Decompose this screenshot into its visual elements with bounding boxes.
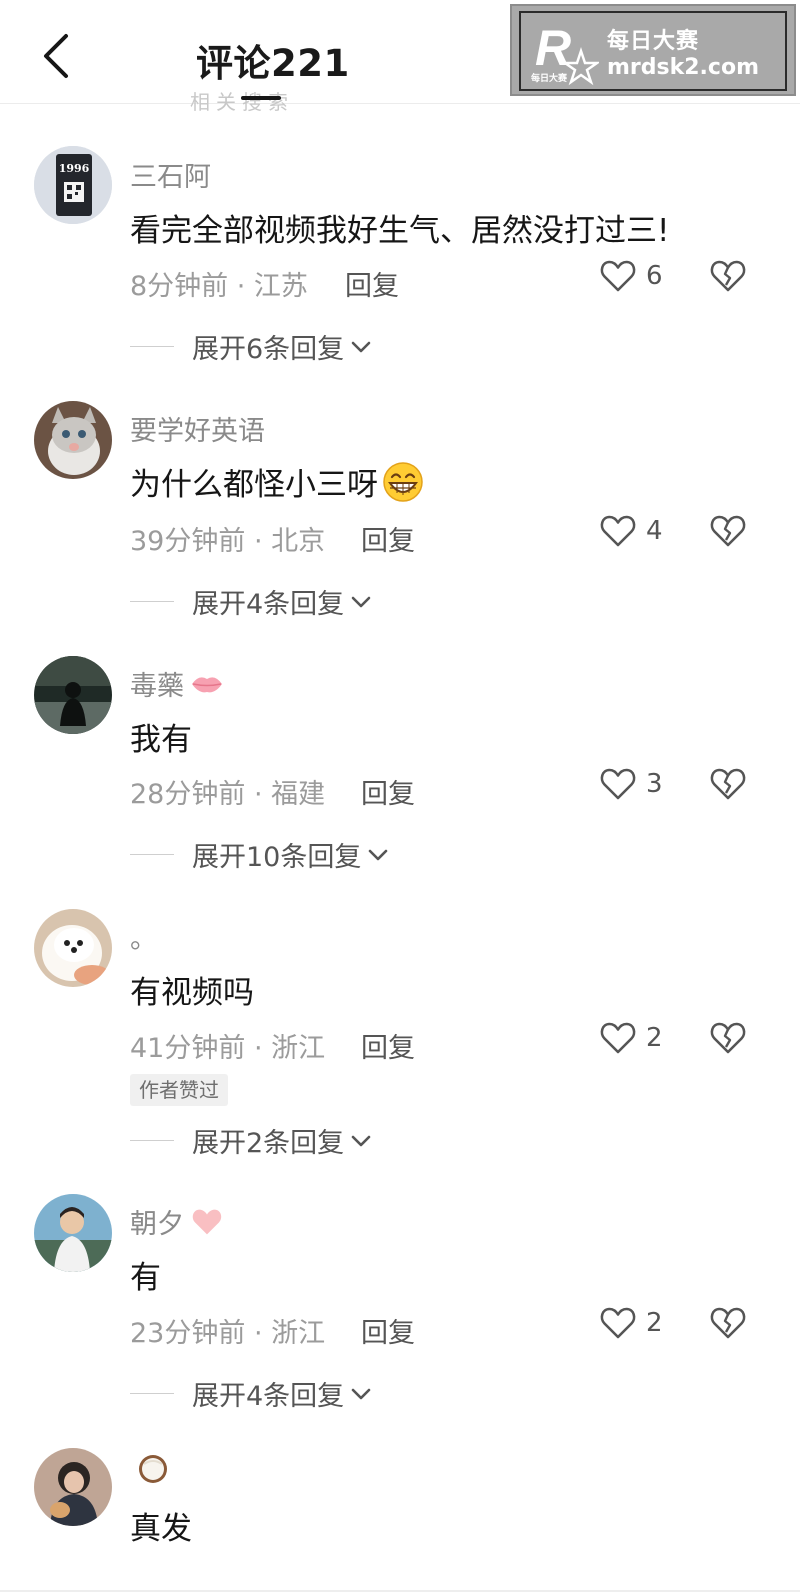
comment-text: 真发 [130,1511,192,1547]
watermark-url: mrdsk2.com [607,55,759,80]
heart-icon [600,515,636,547]
expand-replies-button[interactable]: 展开6条回复 [130,327,372,366]
svg-text:R: R [535,20,571,76]
like-count: 2 [646,1023,663,1053]
expand-replies-label: 展开4条回复 [192,589,345,620]
expand-divider [130,1140,174,1141]
dislike-button[interactable] [710,767,746,805]
avatar-image [34,1448,112,1526]
expand-divider [130,346,174,347]
dislike-button[interactable] [710,1306,746,1344]
like-count: 6 [646,261,663,291]
pink-heart-icon [192,1209,222,1234]
dislike-button[interactable] [710,1021,746,1059]
like-button[interactable]: 2 [600,1021,663,1055]
heart-icon [600,768,636,800]
expand-replies-button[interactable]: 展开10条回复 [130,835,389,874]
avatar[interactable] [34,401,112,479]
comment-text: 有 [130,1260,161,1296]
broken-heart-icon [710,1022,746,1054]
comment-text: 我有 [130,722,192,758]
expand-divider [130,1393,174,1394]
reply-button[interactable]: 回复 [361,519,415,558]
avatar-image [34,1194,112,1272]
back-button[interactable] [34,28,82,84]
heart-icon [600,1307,636,1339]
broken-heart-icon [710,768,746,800]
dislike-button[interactable] [710,514,746,552]
lips-emoji-icon [192,676,222,692]
grinning-emoji-icon [383,461,423,502]
avatar[interactable]: 1996 [34,146,112,224]
chevron-down-icon [369,849,388,860]
bottom-divider [0,1590,800,1592]
back-arrow-icon [44,34,68,78]
comment-username[interactable]: 朝夕 [130,1202,224,1241]
expand-replies-button[interactable]: 展开2条回复 [130,1121,372,1160]
avatar-image [34,656,112,734]
watermark-site-name: 每日大赛 [607,29,700,54]
expand-divider [130,854,174,855]
comment-time-location: 23分钟前 · 浙江 [130,1318,326,1349]
chevron-down-icon [351,596,371,607]
avatar-image: 1996 [34,146,112,224]
coconut-emoji-icon [139,1455,167,1483]
expand-replies-label: 展开10条回复 [192,842,362,873]
expand-divider [130,601,174,602]
dislike-button[interactable] [710,259,746,297]
reply-button[interactable]: 回复 [361,1026,415,1065]
comment-username[interactable] [130,1452,170,1486]
avatar-image [34,909,112,987]
like-count: 2 [646,1308,663,1338]
reply-button[interactable]: 回复 [345,264,399,303]
heart-icon [600,260,636,292]
comment-text: 看完全部视频我好生气、居然没打过三! [130,213,670,249]
reply-button[interactable]: 回复 [361,1311,415,1350]
comment-text: 有视频吗 [130,975,254,1011]
watermark: R 每日大赛 每日大赛 mrdsk2.com [510,4,796,96]
comment-time-location: 41分钟前 · 浙江 [130,1033,326,1064]
broken-heart-icon [710,1307,746,1339]
like-count: 3 [646,769,663,799]
comment-time-location: 28分钟前 · 福建 [130,779,326,810]
avatar[interactable] [34,656,112,734]
broken-heart-icon [710,260,746,292]
expand-replies-label: 展开4条回复 [192,1381,345,1412]
chevron-down-icon [351,1135,371,1146]
heart-icon [600,1022,636,1054]
comment-username[interactable]: 要学好英语 [130,409,265,448]
like-count: 4 [646,516,663,546]
author-liked-badge: 作者赞过 [130,1074,228,1106]
broken-heart-icon [710,515,746,547]
like-button[interactable]: 2 [600,1306,663,1340]
avatar[interactable] [34,909,112,987]
avatar-image [34,401,112,479]
chevron-down-icon [351,341,371,352]
comment-time-location: 8分钟前 · 江苏 [130,271,308,302]
svg-text:每日大赛: 每日大赛 [531,72,568,84]
like-button[interactable]: 6 [600,259,663,293]
reply-button[interactable]: 回复 [361,772,415,811]
watermark-logo-icon: R 每日大赛 [531,20,599,86]
comment-username[interactable]: 。 [130,917,157,956]
watermark-frame: R 每日大赛 每日大赛 mrdsk2.com [519,11,787,91]
avatar[interactable] [34,1448,112,1526]
tab-indicator [241,96,281,100]
chevron-down-icon [351,1388,371,1399]
expand-replies-label: 展开6条回复 [192,334,345,365]
expand-replies-button[interactable]: 展开4条回复 [130,1374,372,1413]
page-title: 评论221 [196,42,350,85]
avatar[interactable] [34,1194,112,1272]
expand-replies-button[interactable]: 展开4条回复 [130,582,372,621]
comment-username[interactable]: 毒藥 [130,664,224,703]
like-button[interactable]: 3 [600,767,663,801]
faded-subtitle: 相关搜索 [190,90,294,114]
expand-replies-label: 展开2条回复 [192,1128,345,1159]
svg-text:1996: 1996 [59,162,90,175]
comment-username[interactable]: 三石阿 [130,155,211,194]
comment-time-location: 39分钟前 · 北京 [130,526,326,557]
comment-text: 为什么都怪小三呀 [130,459,424,504]
like-button[interactable]: 4 [600,514,663,548]
